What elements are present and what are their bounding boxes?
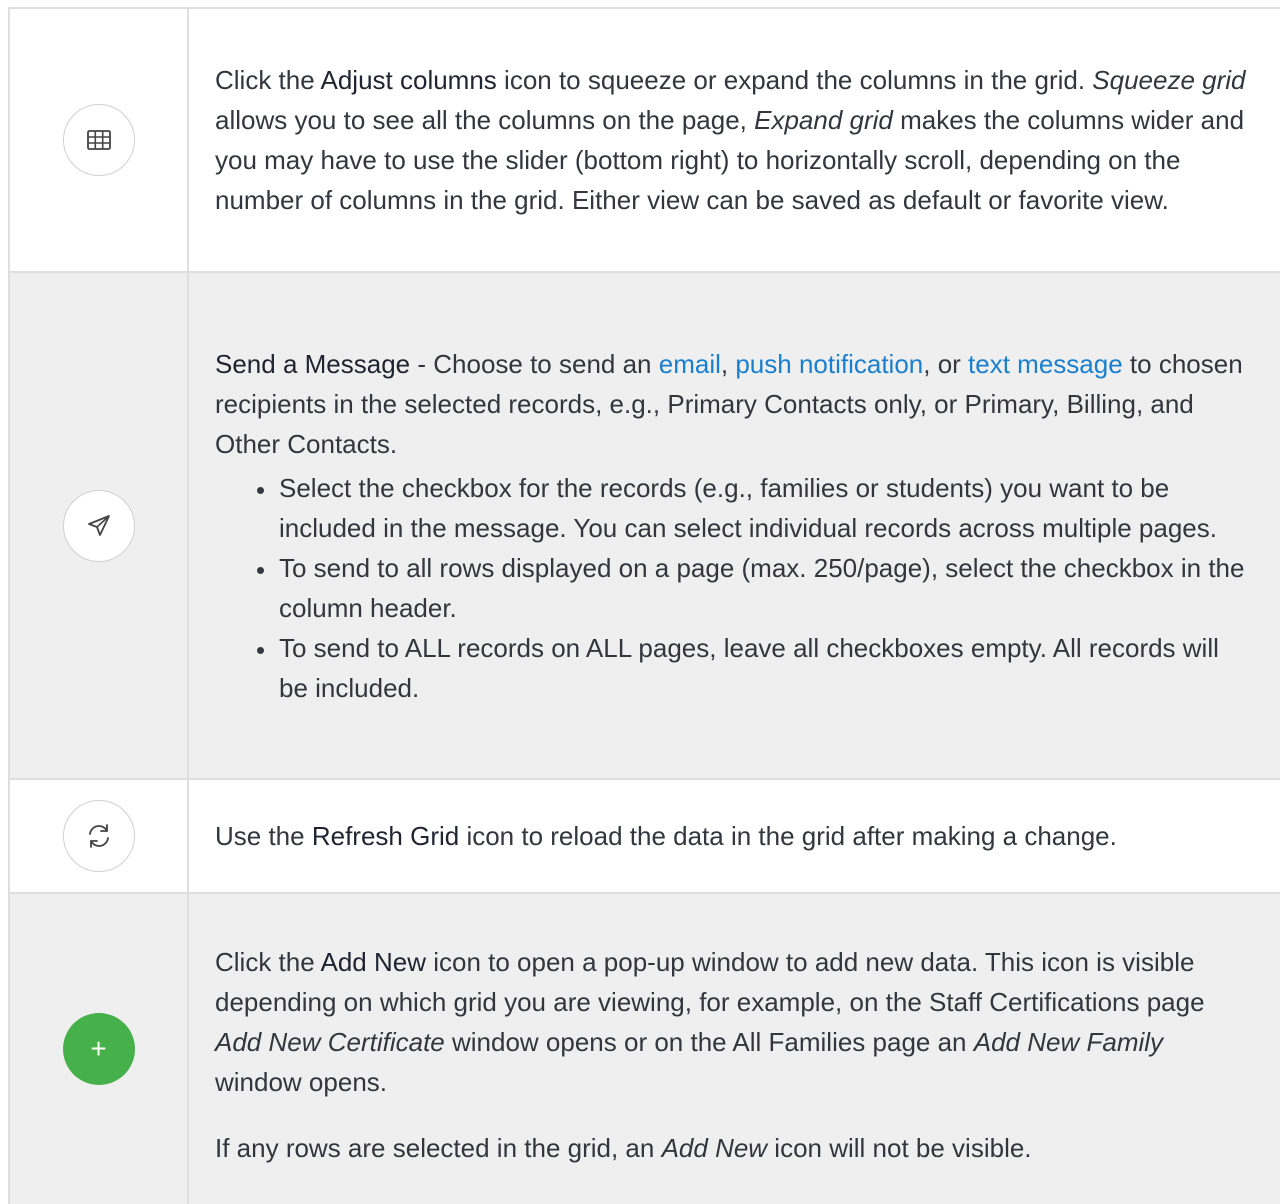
table-row-send-message: Send a Message - Choose to send an email… (10, 273, 1280, 780)
refresh-grid-button[interactable] (62, 800, 135, 872)
bold-term: Refresh Grid (311, 821, 460, 851)
grid-table-icon (86, 130, 111, 150)
bullet-list: Select the checkbox for the records (e.g… (215, 468, 1252, 708)
description-cell: Use the Refresh Grid icon to reload the … (189, 780, 1280, 892)
description-cell: Send a Message - Choose to send an email… (189, 273, 1280, 778)
description-paragraph: Use the Refresh Grid icon to reload the … (215, 816, 1252, 856)
text-segment: window opens or on the All Families page… (444, 1027, 974, 1057)
text-segment: If any rows are selected in the grid, an (215, 1133, 662, 1163)
icon-cell (10, 273, 189, 778)
send-message-button[interactable] (62, 489, 135, 562)
italic-term: Add New (661, 1133, 768, 1163)
list-item: To send to all rows displayed on a page … (277, 548, 1252, 628)
italic-term: Expand grid (754, 105, 893, 135)
plus-icon: + (90, 1033, 107, 1064)
text-segment: window opens. (215, 1067, 387, 1097)
text-message-link[interactable]: text message (968, 349, 1123, 379)
list-item: Select the checkbox for the records (e.g… (277, 468, 1252, 548)
push-notification-link[interactable]: push notification (735, 349, 923, 379)
bold-term: Add New (320, 947, 427, 977)
description-paragraph: Click the Add New icon to open a pop-up … (215, 942, 1252, 1102)
icon-cell (10, 9, 189, 271)
description-cell: Click the Add New icon to open a pop-up … (189, 894, 1280, 1204)
text-segment: Click the (215, 65, 321, 95)
text-segment: - Choose to send an (410, 348, 659, 379)
icon-cell: + (10, 894, 189, 1204)
help-table: Click the Adjust columns icon to squeeze… (8, 7, 1280, 1204)
text-segment: , (720, 348, 736, 379)
list-item: To send to ALL records on ALL pages, lea… (277, 628, 1252, 708)
table-row-refresh-grid: Use the Refresh Grid icon to reload the … (10, 780, 1280, 894)
bold-term: Send a Message (215, 348, 411, 379)
description-cell: Click the Adjust columns icon to squeeze… (189, 9, 1280, 271)
description-paragraph: Send a Message - Choose to send an email… (215, 344, 1252, 464)
text-segment: allows you to see all the columns on the… (215, 105, 755, 135)
refresh-icon (88, 824, 109, 848)
bold-term: Adjust columns (320, 65, 497, 95)
email-link[interactable]: email (659, 349, 721, 379)
text-segment: Click the (215, 947, 321, 977)
paper-plane-icon (87, 514, 110, 536)
text-segment: , or (923, 348, 969, 379)
italic-term: Add New Family (973, 1027, 1164, 1057)
text-segment: Use the (215, 821, 312, 851)
add-new-button[interactable]: + (62, 1013, 135, 1085)
table-row-add-new: + Click the Add New icon to open a pop-u… (10, 894, 1280, 1204)
description-paragraph: If any rows are selected in the grid, an… (215, 1128, 1252, 1168)
description-paragraph: Click the Adjust columns icon to squeeze… (215, 60, 1252, 220)
text-segment: icon to squeeze or expand the columns in… (496, 65, 1093, 95)
icon-cell (10, 780, 189, 892)
text-segment: icon will not be visible. (767, 1133, 1032, 1163)
adjust-columns-button[interactable] (62, 104, 135, 176)
italic-term: Squeeze grid (1092, 65, 1246, 95)
italic-term: Add New Certificate (215, 1027, 445, 1057)
text-segment: icon to reload the data in the grid afte… (459, 821, 1117, 851)
table-row-adjust-columns: Click the Adjust columns icon to squeeze… (10, 9, 1280, 273)
